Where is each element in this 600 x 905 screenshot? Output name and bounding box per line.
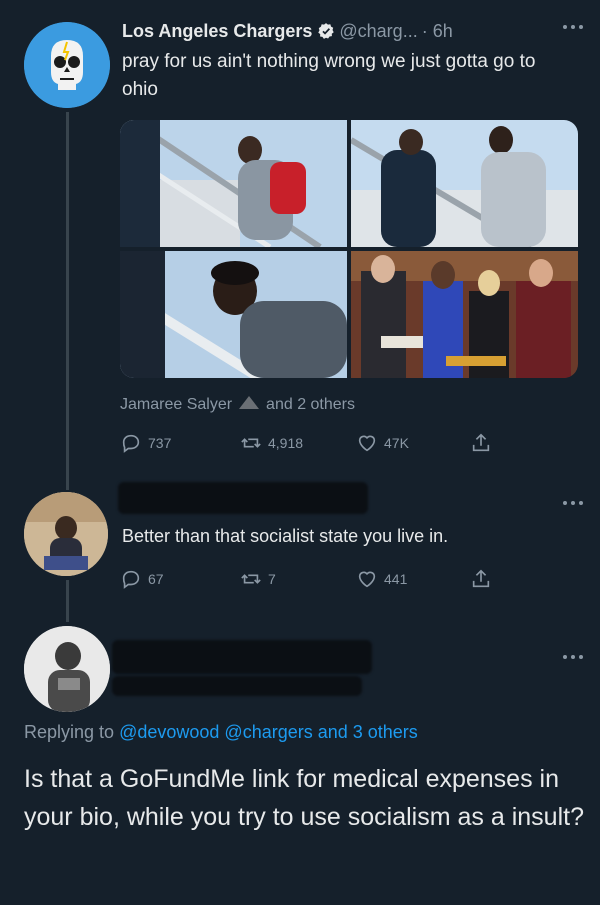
reply-button[interactable]: 67 [120,568,164,590]
tweet1-actions: 737 4,918 47K [0,428,600,458]
retweet-count: 7 [268,571,276,587]
tweet-time[interactable]: · 6h [422,21,453,42]
more-icon[interactable] [562,498,584,508]
chargers-avatar[interactable] [24,22,110,108]
reply-button[interactable]: 737 [120,432,171,454]
tweet-thread: Los Angeles Chargers @charg... · 6h pray… [0,0,600,905]
author-name[interactable]: Los Angeles Chargers [122,21,312,42]
like-count: 441 [384,571,408,587]
author-handle[interactable]: @charg... [339,21,417,42]
tweet2-actions: 67 7 441 [0,564,600,594]
redacted-name [118,482,368,514]
tweet-text: Better than that socialist state you liv… [122,526,449,546]
share-button[interactable] [470,432,492,454]
retweet-button[interactable]: 7 [240,568,276,590]
tweet-text: pray for us ain't nothing wrong we just … [122,51,536,100]
more-icon[interactable] [562,22,584,32]
like-icon [358,435,376,452]
retweet-icon [241,574,261,584]
liked-by-rest[interactable]: and 2 others [266,396,355,414]
retweet-icon [241,438,261,448]
media-grid[interactable] [120,120,578,378]
photo-stairs-red-backpack[interactable] [120,120,347,247]
like-count: 47K [384,435,409,451]
retweet-count: 4,918 [268,435,304,451]
replier-avatar[interactable] [24,626,110,712]
reply-icon [122,570,140,589]
reply-icon [122,434,140,453]
replying-prefix: Replying to [24,722,115,742]
redacted-handle [112,676,362,696]
more-icon[interactable] [562,652,584,662]
retweet-button[interactable]: 4,918 [240,432,303,454]
like-button[interactable]: 47K [356,432,409,454]
liked-by-name[interactable]: Jamaree Salyer [120,396,232,414]
tweet-text: Is that a GoFundMe link for medical expe… [24,765,584,831]
replying-targets[interactable]: @devowood @chargers and 3 others [119,722,418,742]
like-icon [358,571,376,588]
like-button[interactable]: 441 [356,568,407,590]
liked-by-row[interactable]: Jamaree Salyer and 2 others [120,394,355,415]
share-icon [472,433,490,452]
photo-player-railing[interactable] [120,251,347,378]
photo-stairs-two-players[interactable] [351,120,578,247]
share-icon [472,569,490,588]
share-button[interactable] [470,568,492,590]
liked-by-avatar [238,394,260,415]
verified-badge-icon [317,22,335,40]
replying-to: Replying to @devowood @chargers and 3 ot… [24,722,418,743]
reply-count: 737 [148,435,172,451]
tweet-header: Los Angeles Chargers @charg... · 6h [122,18,580,44]
reply-count: 67 [148,571,164,587]
redacted-name [112,640,372,674]
photo-office-scene[interactable] [351,251,578,378]
